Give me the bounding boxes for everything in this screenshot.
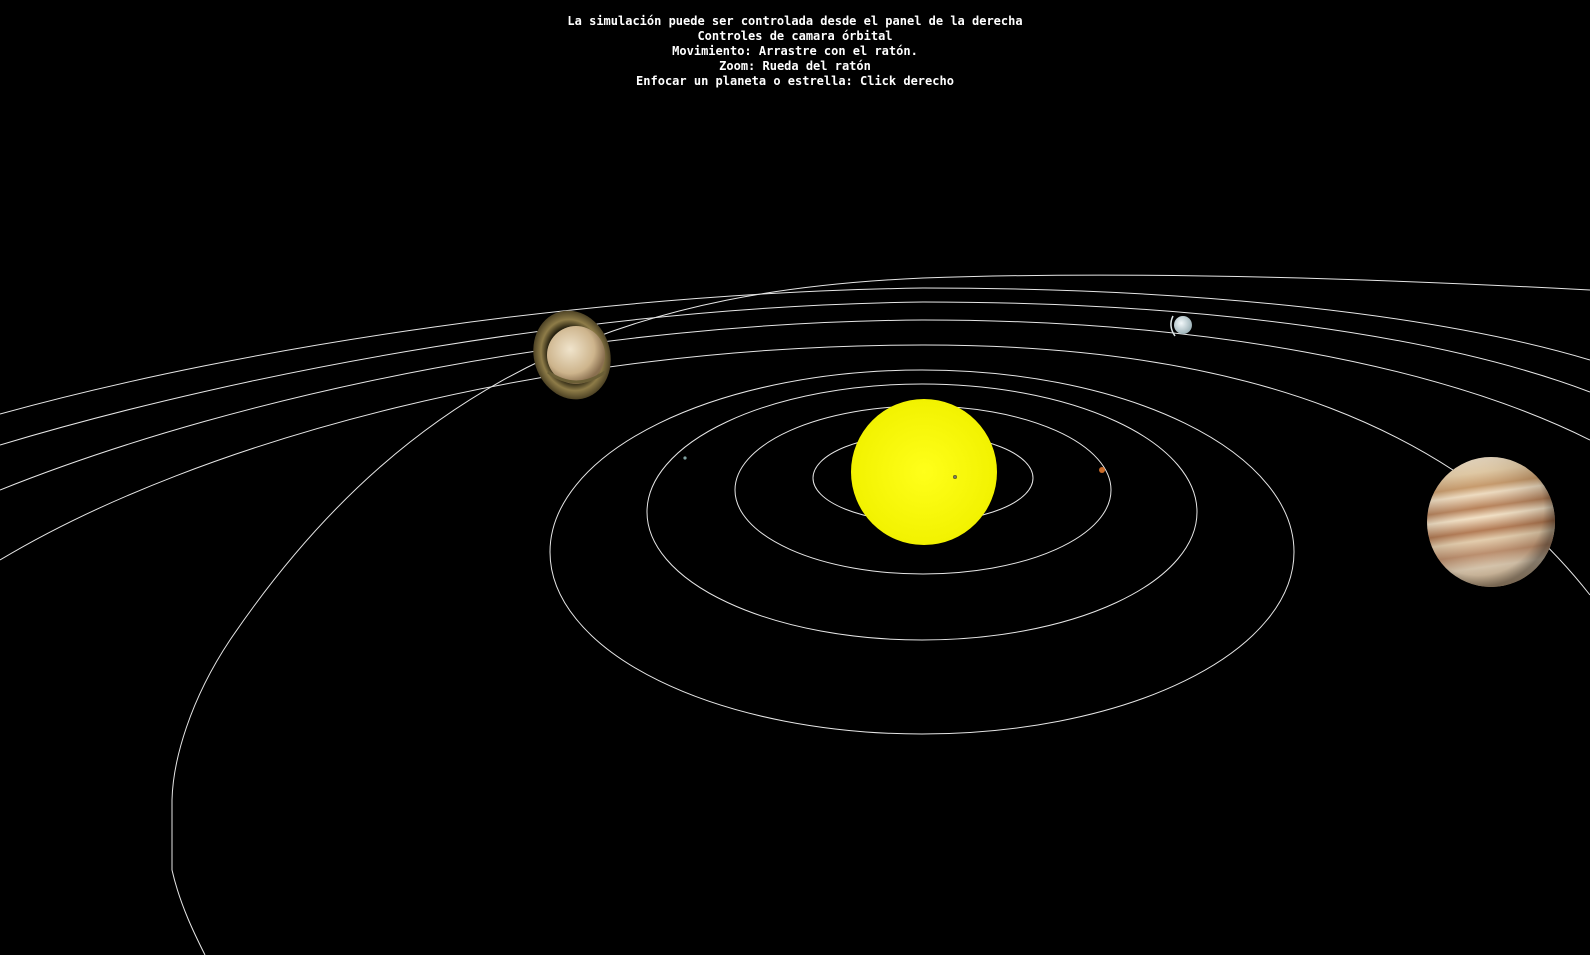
jupiter[interactable] — [1411, 445, 1573, 599]
instruction-line-move: Movimiento: Arrastre con el ratón. — [672, 44, 918, 58]
instruction-line-panel: La simulación puede ser controlada desde… — [567, 14, 1023, 28]
sun[interactable] — [851, 399, 997, 545]
instruction-line-focus: Enfocar un planeta o estrella: Click der… — [636, 74, 954, 88]
orbit-lines — [0, 274, 1590, 955]
uranus-body — [1174, 316, 1192, 334]
instruction-line-zoom: Zoom: Rueda del ratón — [719, 59, 871, 73]
solar-system-viewport[interactable]: La simulación puede ser controlada desde… — [0, 0, 1590, 955]
instructions-overlay: La simulación puede ser controlada desde… — [0, 14, 1590, 89]
venus[interactable] — [683, 456, 687, 460]
mars[interactable] — [1099, 467, 1105, 473]
saturn[interactable] — [522, 300, 622, 409]
orbit-jupiter — [0, 344, 1590, 596]
orbit-pluto — [171, 274, 1590, 955]
mercury[interactable] — [953, 475, 957, 479]
instruction-line-camera: Controles de camara órbital — [697, 29, 893, 43]
orbit-saturn — [0, 319, 1590, 491]
orbit-uranus — [0, 301, 1590, 446]
scene-canvas[interactable] — [0, 0, 1590, 955]
